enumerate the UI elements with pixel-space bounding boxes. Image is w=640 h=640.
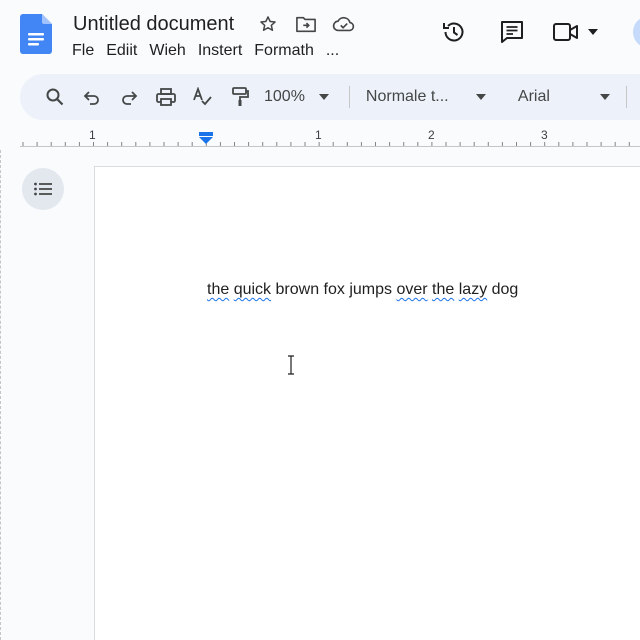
misspelled-word[interactable]: over (396, 281, 427, 298)
version-history-icon[interactable] (436, 14, 472, 50)
comments-icon[interactable] (494, 14, 530, 50)
misspelled-word[interactable]: the (432, 281, 454, 298)
zoom-value: 100% (264, 88, 305, 105)
meet-video-icon (552, 21, 580, 43)
document-page[interactable]: the quick brown fox jumps over the lazy … (94, 166, 640, 640)
toolbar-divider (625, 86, 627, 108)
outline-button[interactable] (22, 168, 64, 210)
misspelled-word[interactable]: the (207, 281, 229, 298)
font-family-value: Arial (517, 88, 550, 105)
misspelled-word[interactable]: lazy (459, 281, 487, 298)
toolbar-divider (348, 86, 350, 108)
zoom-select[interactable]: 100% (264, 88, 329, 106)
ruler-label: 1 (315, 128, 322, 142)
menu-view[interactable]: Wieh (143, 42, 191, 60)
ruler-label: 3 (541, 128, 548, 142)
document-body-text[interactable]: the quick brown fox jumps over the lazy … (207, 281, 518, 299)
account-avatar[interactable] (633, 16, 640, 48)
menu-edit[interactable]: Ediit (100, 42, 143, 60)
outline-icon (34, 182, 52, 196)
paragraph-style-select[interactable]: Normale t... (366, 88, 486, 106)
spellcheck-icon[interactable] (184, 82, 221, 112)
meet-button[interactable] (552, 21, 598, 43)
print-icon[interactable] (147, 82, 184, 112)
font-family-select[interactable]: Arial (518, 88, 610, 106)
ruler-label: 1 (89, 128, 96, 142)
search-icon[interactable] (36, 82, 73, 112)
text-run[interactable]: brown fox jumps (271, 281, 396, 298)
menu-format[interactable]: Formath (248, 42, 320, 60)
text-run[interactable]: dog (487, 281, 519, 298)
document-title[interactable]: Untitled document (71, 13, 236, 36)
toolbar: 100% Normale t... Arial (20, 74, 640, 120)
chevron-down-icon (318, 94, 329, 100)
move-to-folder-icon[interactable] (294, 12, 318, 36)
chevron-down-icon (475, 94, 486, 100)
redo-icon[interactable] (110, 82, 147, 112)
docs-logo-icon[interactable] (20, 14, 54, 54)
vertical-ruler (0, 150, 2, 640)
paint-format-icon[interactable] (221, 82, 258, 112)
ruler-baseline (20, 146, 640, 147)
title-row: Untitled document (71, 10, 356, 38)
cloud-saved-icon[interactable] (332, 12, 356, 36)
paragraph-style-value: Normale t... (365, 88, 449, 105)
horizontal-ruler[interactable]: 1 1 2 3 (20, 126, 640, 148)
chevron-down-icon (599, 94, 610, 100)
menu-bar: Fle Ediit Wieh Instert Formath ... (66, 40, 345, 62)
chevron-down-icon (588, 29, 598, 35)
misspelled-word[interactable]: quick (234, 281, 271, 298)
undo-icon[interactable] (73, 82, 110, 112)
menu-file[interactable]: Fle (66, 42, 100, 60)
star-icon[interactable] (256, 12, 280, 36)
text-cursor-icon (286, 355, 296, 375)
menu-more[interactable]: ... (320, 42, 345, 60)
header-actions (436, 14, 598, 50)
menu-insert[interactable]: Instert (192, 42, 248, 60)
ruler-label: 2 (428, 128, 435, 142)
